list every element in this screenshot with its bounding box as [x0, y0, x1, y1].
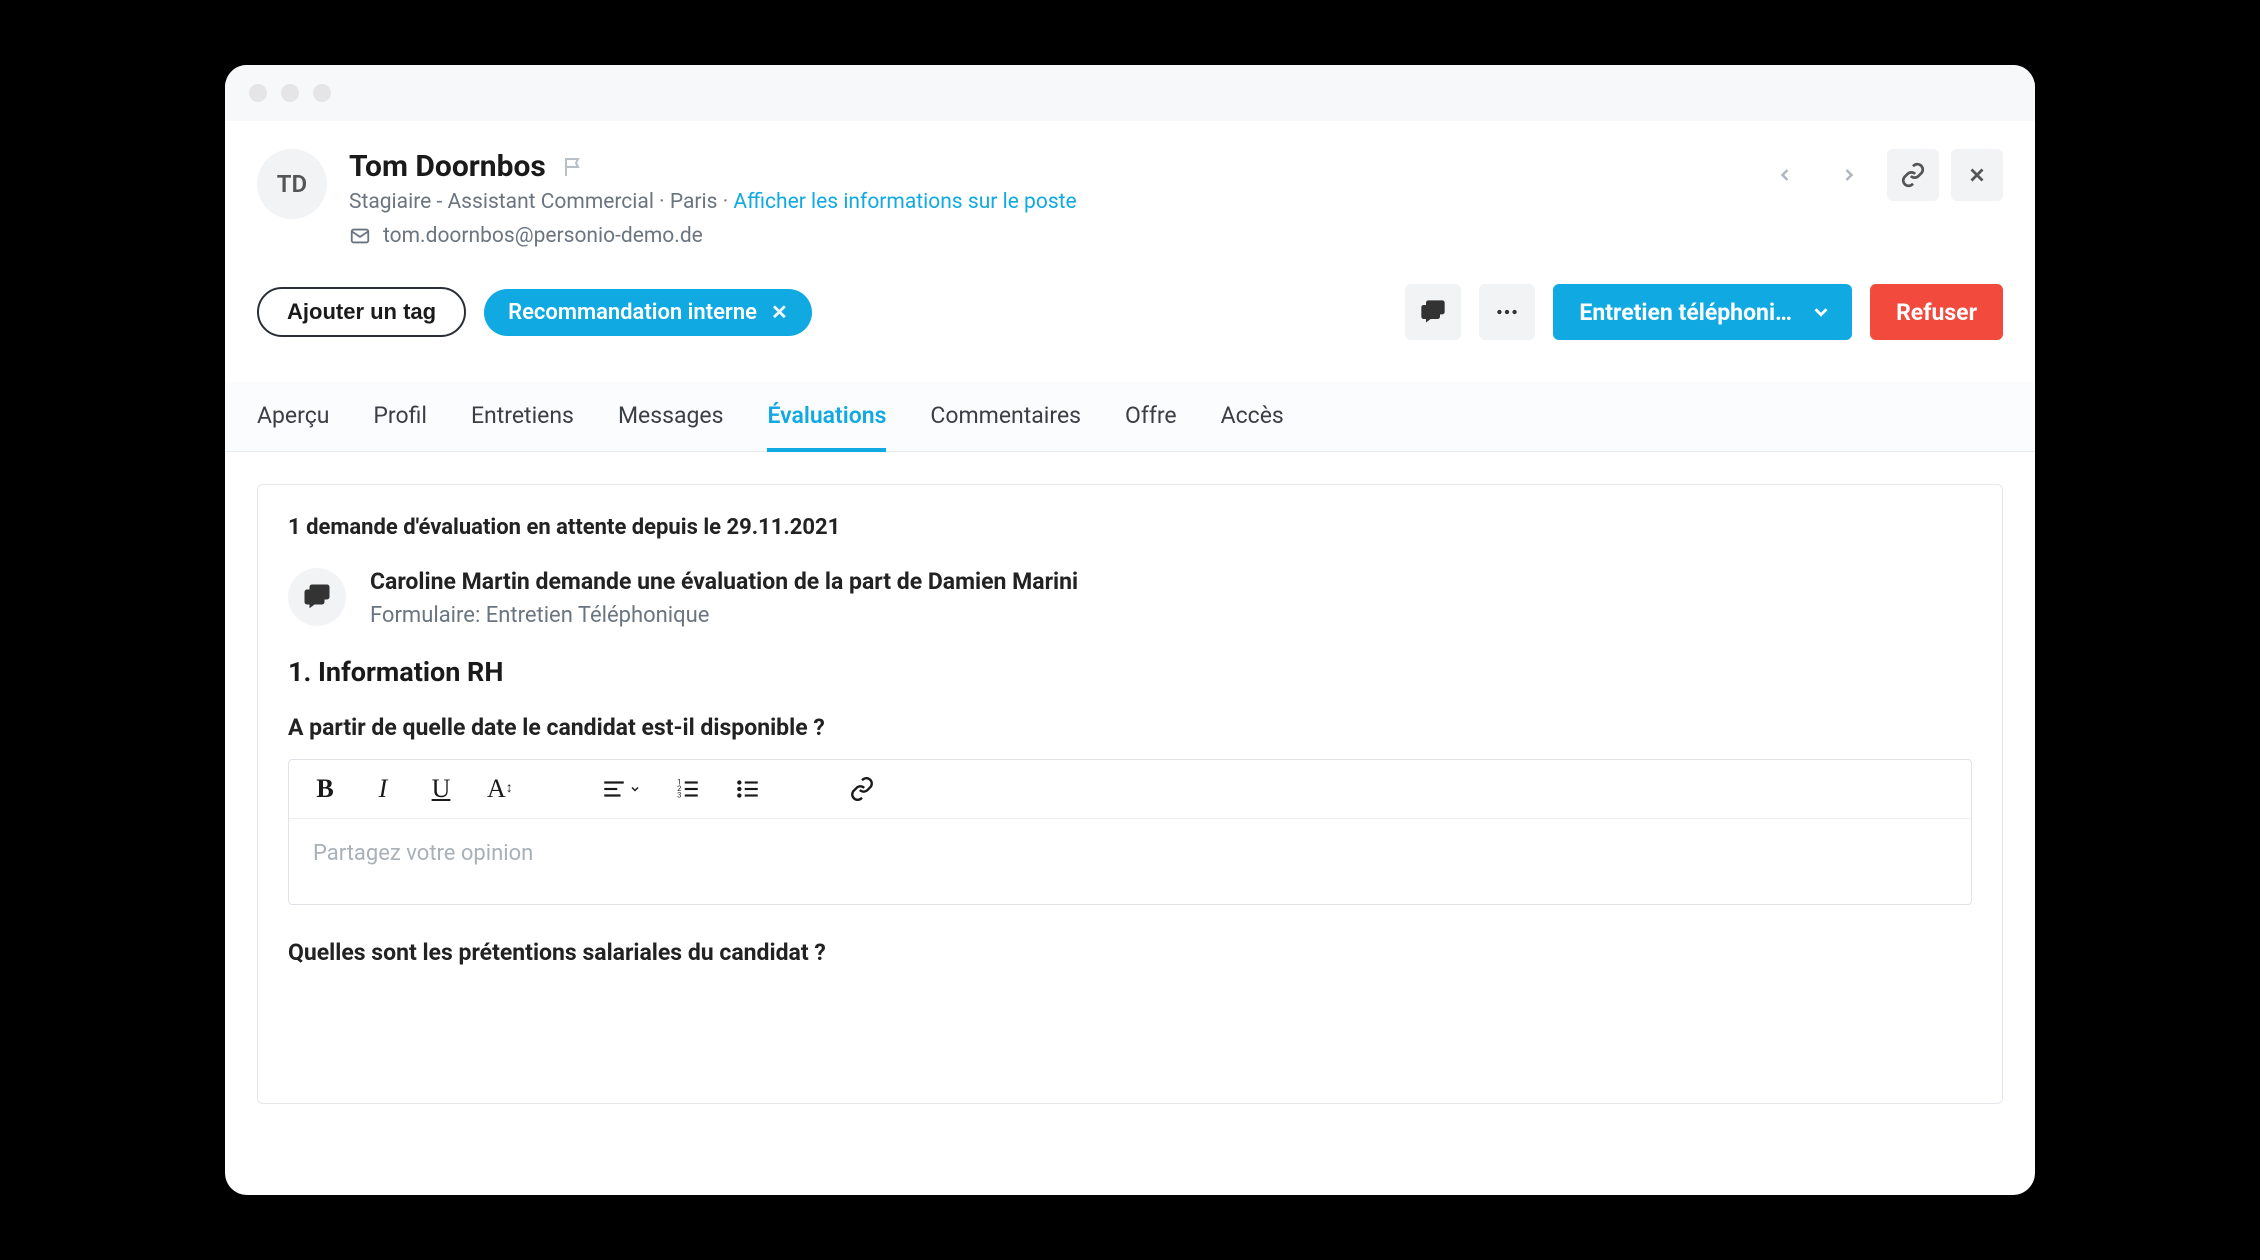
copy-link-button[interactable] [1887, 149, 1939, 201]
align-button[interactable] [601, 776, 641, 802]
underline-button[interactable]: U [429, 774, 453, 804]
position-info-link[interactable]: Afficher les informations sur le poste [733, 190, 1076, 214]
bold-button[interactable]: B [313, 774, 337, 804]
candidate-header: TD Tom Doornbos Stagiaire - Assistant Co… [257, 149, 2003, 248]
close-button[interactable] [1951, 149, 2003, 201]
window-control-zoom[interactable] [313, 84, 331, 102]
candidate-role: Stagiaire - Assistant Commercial [349, 190, 654, 214]
candidate-location: Paris [670, 190, 718, 214]
comments-icon [288, 568, 346, 626]
ordered-list-button[interactable]: 123 [675, 776, 701, 802]
content-area: TD Tom Doornbos Stagiaire - Assistant Co… [225, 121, 2035, 1195]
candidate-email[interactable]: tom.doornbos@personio-demo.de [383, 224, 703, 248]
flag-icon[interactable] [562, 155, 586, 179]
remove-tag-icon[interactable]: ✕ [771, 300, 788, 324]
tag-chip[interactable]: Recommandation interne ✕ [484, 289, 812, 336]
pending-evaluation-text: 1 demande d'évaluation en attente depuis… [288, 515, 1972, 540]
evaluation-panel: 1 demande d'évaluation en attente depuis… [257, 484, 2003, 1104]
tab-apercu[interactable]: Aperçu [257, 382, 329, 451]
tags-actions-row: Ajouter un tag Recommandation interne ✕ … [257, 284, 2003, 340]
envelope-icon [349, 225, 371, 247]
comments-button[interactable] [1405, 284, 1461, 340]
link-button[interactable] [849, 776, 875, 802]
section-title: 1. Information RH [288, 656, 1972, 688]
request-title: Caroline Martin demande une évaluation d… [370, 568, 1078, 595]
evaluation-request: Caroline Martin demande une évaluation d… [288, 568, 1972, 628]
italic-button[interactable]: I [371, 774, 395, 804]
tab-offre[interactable]: Offre [1125, 382, 1177, 451]
window-control-minimize[interactable] [281, 84, 299, 102]
more-actions-button[interactable] [1479, 284, 1535, 340]
header-actions [1759, 149, 2003, 201]
add-tag-button[interactable]: Ajouter un tag [257, 287, 466, 337]
question-2: Quelles sont les prétentions salariales … [288, 939, 1972, 966]
prev-candidate-button[interactable] [1759, 149, 1811, 201]
tab-profil[interactable]: Profil [373, 382, 427, 451]
window-titlebar [225, 65, 2035, 121]
stage-dropdown[interactable]: Entretien téléphoni… [1553, 284, 1852, 340]
question-1: A partir de quelle date le candidat est-… [288, 714, 1972, 741]
editor-textarea[interactable]: Partagez votre opinion [289, 819, 1971, 904]
editor-toolbar: B I U A↕ 123 [289, 760, 1971, 819]
candidate-subtitle: Stagiaire - Assistant Commercial · Paris… [349, 190, 1737, 214]
font-size-button[interactable]: A↕ [487, 774, 513, 804]
chevron-down-icon [1810, 301, 1832, 323]
tab-evaluations[interactable]: Évaluations [767, 382, 886, 451]
request-form: Formulaire: Entretien Téléphonique [370, 603, 1078, 628]
rich-text-editor: B I U A↕ 123 [288, 759, 1972, 905]
tab-entretiens[interactable]: Entretiens [471, 382, 574, 451]
refuse-button[interactable]: Refuser [1870, 284, 2003, 340]
candidate-info: Tom Doornbos Stagiaire - Assistant Comme… [349, 149, 1737, 248]
tab-acces[interactable]: Accès [1221, 382, 1284, 451]
stage-label: Entretien téléphoni… [1579, 299, 1792, 326]
next-candidate-button[interactable] [1823, 149, 1875, 201]
avatar: TD [257, 149, 327, 219]
tab-commentaires[interactable]: Commentaires [930, 382, 1081, 451]
tabs: Aperçu Profil Entretiens Messages Évalua… [225, 382, 2035, 452]
bullet-list-button[interactable] [735, 776, 761, 802]
tag-label: Recommandation interne [508, 300, 757, 325]
candidate-name: Tom Doornbos [349, 149, 546, 184]
svg-text:3: 3 [677, 791, 681, 800]
window-control-close[interactable] [249, 84, 267, 102]
app-window: TD Tom Doornbos Stagiaire - Assistant Co… [225, 65, 2035, 1195]
tab-messages[interactable]: Messages [618, 382, 724, 451]
